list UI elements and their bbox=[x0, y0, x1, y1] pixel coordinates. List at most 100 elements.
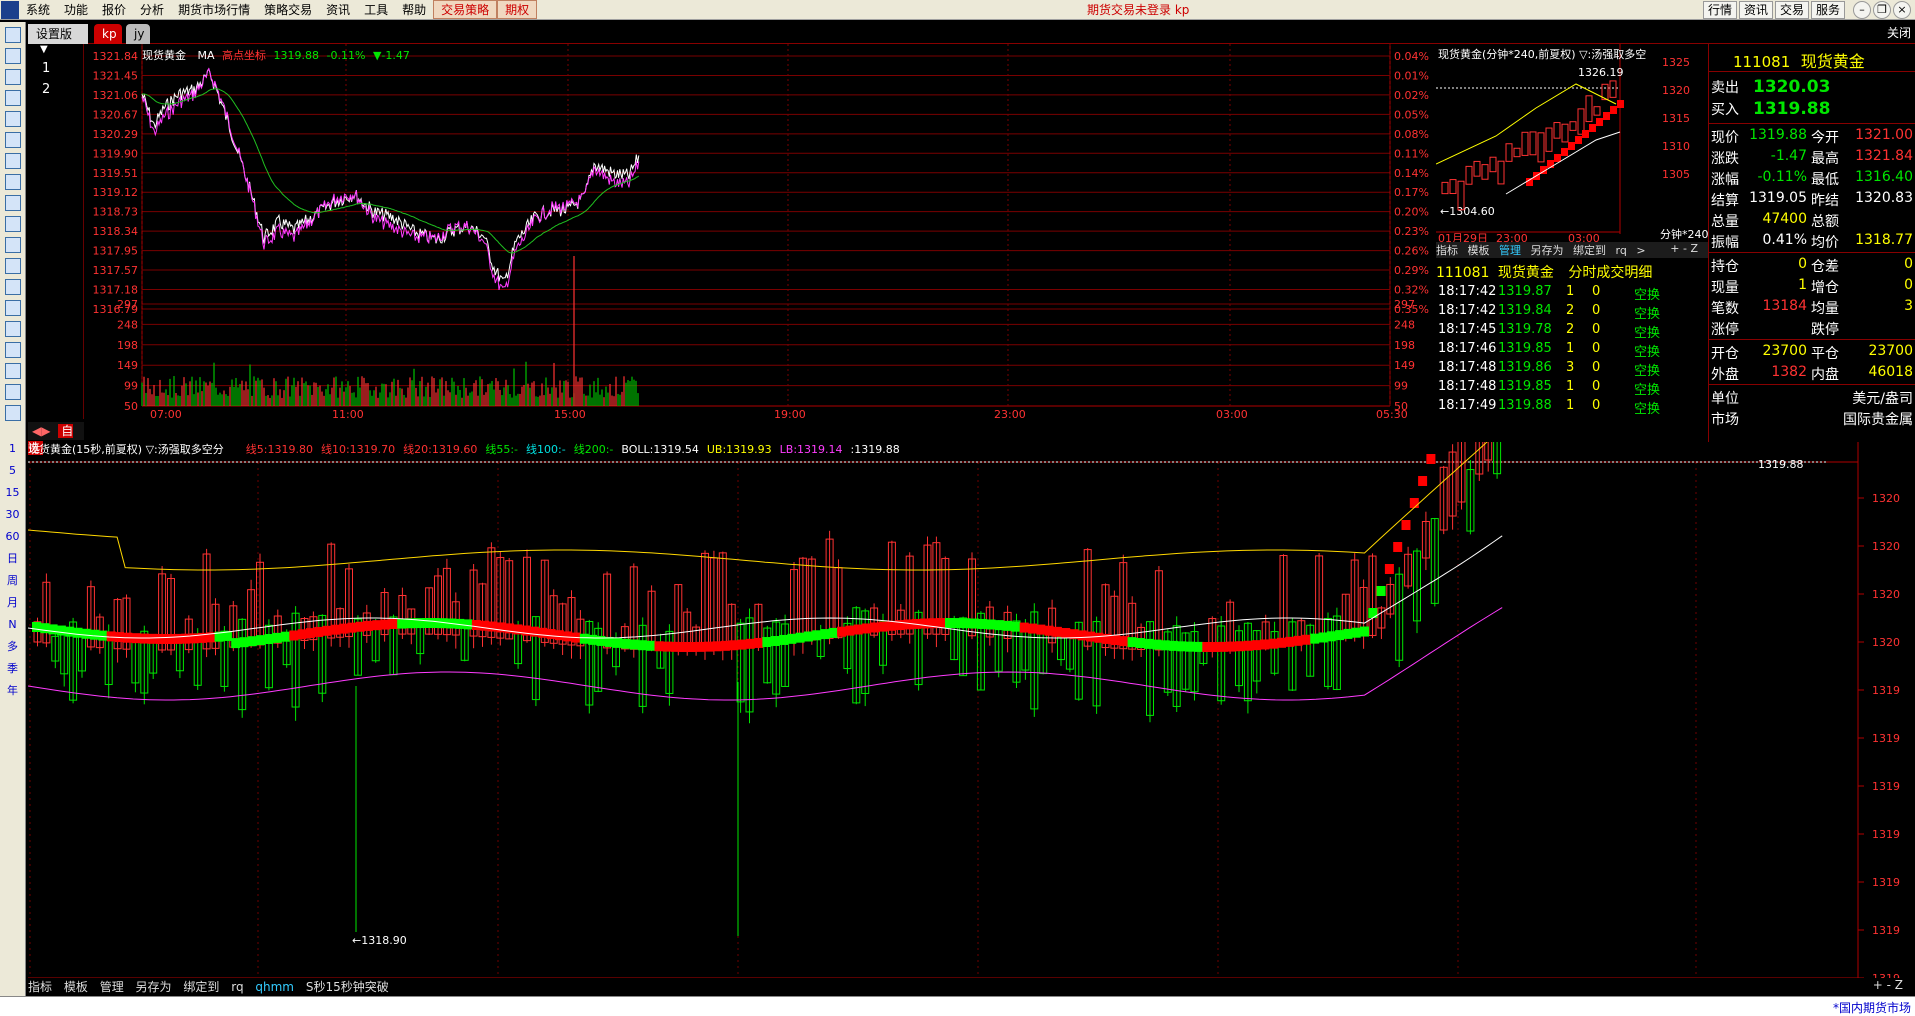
pct-tick-label: 0.32% bbox=[1394, 284, 1429, 297]
close-icon[interactable]: × bbox=[1893, 1, 1911, 19]
close-button[interactable]: 关闭 bbox=[1887, 24, 1911, 41]
trend-block bbox=[779, 634, 788, 645]
btool-indicator[interactable]: 指标 bbox=[28, 980, 52, 994]
btool-strategy[interactable]: S秒15秒钟突破 bbox=[306, 980, 389, 994]
toolbar-tool-icon[interactable] bbox=[4, 48, 21, 64]
tool-indicator[interactable]: 指标 bbox=[1436, 244, 1458, 257]
quote-label: 今开 bbox=[1811, 130, 1839, 146]
toolbar-tool-icon[interactable] bbox=[4, 195, 21, 211]
toolbar-tool-icon[interactable] bbox=[4, 27, 21, 43]
toolbar-tool-icon[interactable] bbox=[4, 321, 21, 337]
menu-futures[interactable]: 期货市场行情 bbox=[171, 1, 257, 18]
period-15[interactable]: 15 bbox=[2, 483, 24, 503]
arrow-right-icon[interactable]: ▶ bbox=[41, 424, 50, 438]
minute-k-chart[interactable]: 1325 1320 1315 1310 1305 01月29日 23:00 03:00 分钟*2… bbox=[1436, 44, 1708, 242]
quote-label: 涨停 bbox=[1711, 322, 1739, 338]
toolbar-tool-icon[interactable] bbox=[4, 258, 21, 274]
btool-qhmm[interactable]: qhmm bbox=[255, 980, 294, 994]
toolbar-tool-icon[interactable] bbox=[4, 216, 21, 232]
kline-15s-chart[interactable]: 1320 1320 1320 1320 1319 1319 1319 1319 1319 1319… bbox=[28, 442, 1915, 994]
period-60[interactable]: 60 bbox=[2, 527, 24, 547]
period-quarter[interactable]: 季 bbox=[2, 659, 24, 679]
arrow-left-icon[interactable]: ◀ bbox=[32, 424, 41, 438]
chevron-down-icon[interactable]: ▼ bbox=[28, 44, 83, 55]
restore-icon[interactable]: ❐ bbox=[1873, 1, 1891, 19]
toolbar-tool-icon[interactable] bbox=[4, 384, 21, 400]
trend-block bbox=[32, 622, 41, 632]
toolbar-tool-icon[interactable] bbox=[4, 111, 21, 127]
tab-layout-settings[interactable]: 设置版面 bbox=[28, 24, 88, 61]
toolbar-tool-icon[interactable] bbox=[4, 300, 21, 316]
toolbar-tool-icon[interactable] bbox=[4, 174, 21, 190]
trend-block bbox=[488, 621, 498, 632]
tool-manage[interactable]: 管理 bbox=[1499, 244, 1521, 257]
price-tick-label: 1319.12 bbox=[93, 186, 139, 199]
minimize-icon[interactable]: – bbox=[1853, 1, 1871, 19]
trend-block bbox=[264, 634, 274, 645]
window-item-1[interactable]: 1 bbox=[28, 61, 83, 76]
tab-kp[interactable]: kp bbox=[94, 24, 122, 44]
period-month[interactable]: 月 bbox=[2, 593, 24, 613]
bzoom-controls[interactable]: + - Z bbox=[1873, 978, 1903, 992]
trend-block bbox=[156, 633, 166, 644]
trend-block bbox=[372, 620, 382, 631]
menu-tools[interactable]: 工具 bbox=[357, 1, 395, 18]
btool-manage[interactable]: 管理 bbox=[100, 980, 124, 994]
btool-template[interactable]: 模板 bbox=[64, 980, 88, 994]
trend-block bbox=[1589, 124, 1596, 132]
btool-rq[interactable]: rq bbox=[231, 980, 243, 994]
period-30[interactable]: 30 bbox=[2, 505, 24, 525]
tool-template[interactable]: 模板 bbox=[1468, 244, 1490, 257]
menu-strategy[interactable]: 策略交易 bbox=[257, 1, 319, 18]
toolbar-tool-icon[interactable] bbox=[4, 153, 21, 169]
toolbar-tool-icon[interactable] bbox=[4, 405, 21, 421]
btool-saveas[interactable]: 另存为 bbox=[136, 980, 172, 994]
period-year[interactable]: 年 bbox=[2, 681, 24, 701]
toolbar-tool-icon[interactable] bbox=[4, 363, 21, 379]
intraday-chart[interactable]: 1321.84 0.04% 1321.45 0.01% 1321.06 0.02% 1320… bbox=[84, 44, 1436, 422]
menu-function[interactable]: 功能 bbox=[57, 1, 95, 18]
menu-system[interactable]: 系统 bbox=[19, 1, 57, 18]
zoom-controls[interactable]: + - Z bbox=[1670, 242, 1698, 255]
toolbar-tool-icon[interactable] bbox=[4, 342, 21, 358]
btn-news[interactable]: 资讯 bbox=[1739, 1, 1774, 19]
trade-row: 18:17:42 1319.84 2 0 空换 bbox=[1436, 303, 1708, 322]
menu-analysis[interactable]: 分析 bbox=[133, 1, 171, 18]
quote-label: 均价 bbox=[1811, 235, 1839, 251]
tool-bind[interactable]: 绑定到 bbox=[1573, 244, 1606, 257]
menu-trade-strategy[interactable]: 交易策略 bbox=[433, 0, 498, 19]
btn-market[interactable]: 行情 bbox=[1703, 1, 1738, 19]
trend-block bbox=[696, 641, 705, 652]
trend-block bbox=[621, 638, 631, 649]
tool-more[interactable]: > bbox=[1636, 244, 1645, 257]
window-item-2[interactable]: 2 bbox=[28, 82, 83, 97]
quote-value: 0 bbox=[1904, 256, 1913, 272]
trend-block bbox=[729, 640, 739, 651]
period-multi[interactable]: 多 bbox=[2, 637, 24, 657]
btool-bind[interactable]: 绑定到 bbox=[183, 980, 219, 994]
menu-help[interactable]: 帮助 bbox=[395, 1, 433, 18]
toolbar-tool-icon[interactable] bbox=[4, 132, 21, 148]
btn-trade[interactable]: 交易 bbox=[1775, 1, 1810, 19]
left-toolbar: 1 5 15 30 60 日 周 月 N 多 季 年 bbox=[0, 22, 26, 1016]
period-5[interactable]: 5 bbox=[2, 461, 24, 481]
period-n[interactable]: N bbox=[2, 615, 24, 635]
btn-service[interactable]: 服务 bbox=[1811, 1, 1846, 19]
period-1[interactable]: 1 bbox=[2, 439, 24, 459]
toolbar-tool-icon[interactable] bbox=[4, 69, 21, 85]
period-week[interactable]: 周 bbox=[2, 571, 24, 591]
quote-label: 涨幅 bbox=[1711, 172, 1739, 188]
toolbar-tool-icon[interactable] bbox=[4, 90, 21, 106]
menu-news[interactable]: 资讯 bbox=[319, 1, 357, 18]
toolbar-tool-icon[interactable] bbox=[4, 237, 21, 253]
tool-saveas[interactable]: 另存为 bbox=[1531, 244, 1564, 257]
menu-options[interactable]: 期权 bbox=[497, 0, 538, 19]
period-day[interactable]: 日 bbox=[2, 549, 24, 569]
self-select-tab[interactable]: ◀▶ 自选 bbox=[28, 422, 84, 455]
tab-jy[interactable]: jy bbox=[126, 24, 150, 44]
trend-block bbox=[1077, 630, 1087, 641]
toolbar-tool-icon[interactable] bbox=[4, 279, 21, 295]
quote-row: 结算 1319.05 昨结 1320.83 bbox=[1709, 189, 1915, 210]
menu-quote[interactable]: 报价 bbox=[95, 1, 133, 18]
tool-rq[interactable]: rq bbox=[1616, 244, 1627, 257]
